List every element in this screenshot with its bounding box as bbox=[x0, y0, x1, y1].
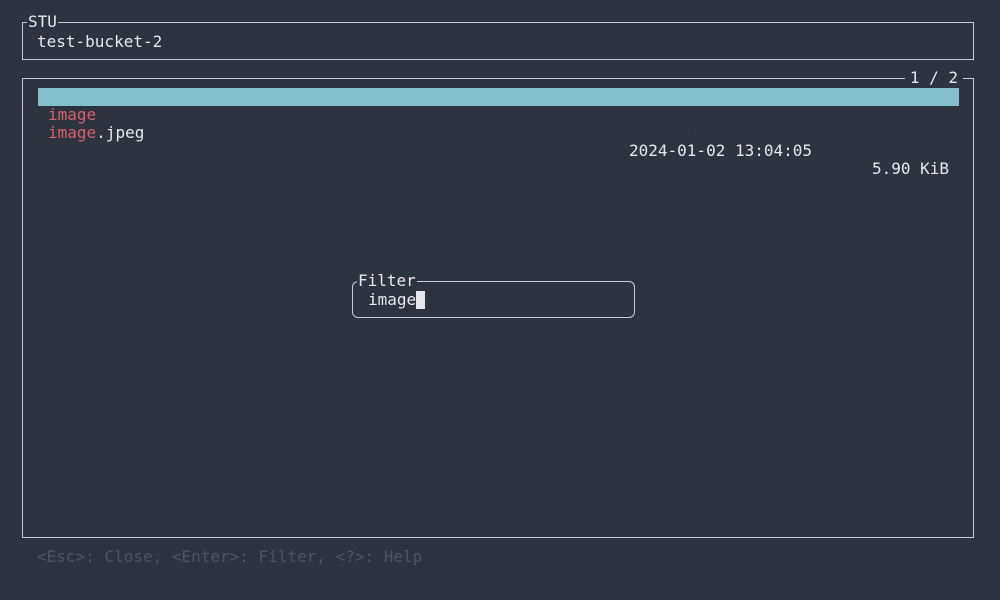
list-item[interactable]: image.jpeg 2024-01-02 13:04:05 5.90 KiB bbox=[38, 106, 959, 178]
text-cursor bbox=[416, 291, 426, 309]
object-size: 1.87 KiB bbox=[871, 141, 949, 160]
filter-dialog: Filter image bbox=[352, 272, 635, 318]
object-date: 2024-01-02 13:04:05 bbox=[629, 123, 813, 142]
bucket-name: test-bucket-2 bbox=[37, 32, 163, 51]
object-date: 2024-01-02 13:04:05 bbox=[629, 141, 813, 160]
app-title: STU bbox=[27, 12, 58, 31]
bucket-header-panel: STU test-bucket-2 bbox=[22, 13, 974, 60]
help-hint-bar: <Esc>: Close, <Enter>: Filter, <?>: Help bbox=[37, 547, 423, 566]
filter-input[interactable]: image bbox=[368, 290, 426, 310]
list-item[interactable]: image.png 2024-01-02 13:04:05 1.87 KiB bbox=[38, 88, 959, 160]
object-name: image.jpeg bbox=[48, 124, 144, 142]
object-size: 5.90 KiB bbox=[871, 159, 949, 178]
object-name-rest: .jpeg bbox=[96, 123, 145, 142]
page-indicator: 1 / 2 bbox=[904, 69, 963, 87]
filter-match-highlight: image bbox=[48, 123, 97, 142]
filter-dialog-title: Filter bbox=[357, 271, 417, 290]
filter-input-value: image bbox=[368, 290, 417, 309]
